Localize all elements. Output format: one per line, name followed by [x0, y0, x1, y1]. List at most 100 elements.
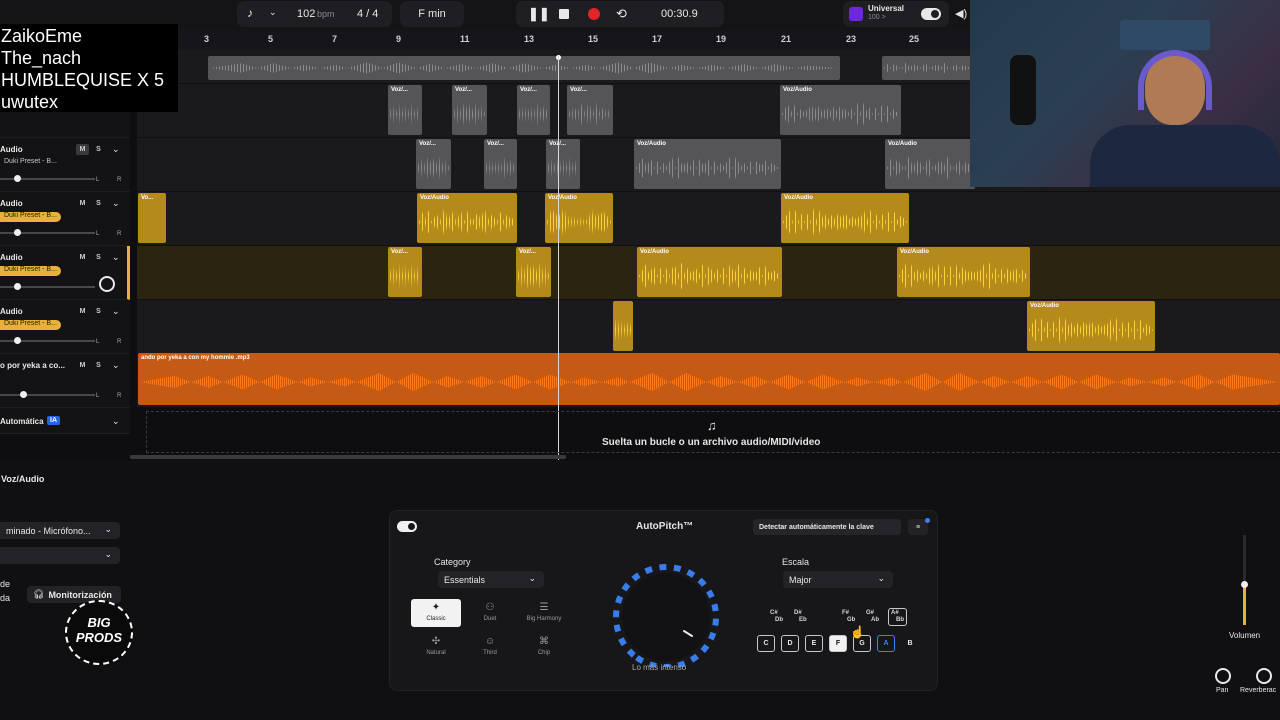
audio-clip[interactable]: Voz/Audio: [885, 139, 975, 189]
slider-knob[interactable]: [14, 175, 21, 182]
track-header[interactable]: Audio Duki Preset - B... M S ⌄ L R: [0, 192, 130, 246]
audio-clip[interactable]: Voz/...: [388, 85, 422, 135]
pan-knob[interactable]: [1215, 668, 1231, 684]
reverb-knob[interactable]: [1256, 668, 1272, 684]
track-header[interactable]: o por yeka a co... M S ⌄ L R: [0, 354, 130, 408]
audio-clip[interactable]: Voz/Audio: [634, 139, 781, 189]
pause-icon[interactable]: ❚❚: [528, 6, 550, 22]
track-header[interactable]: Audio Duki Preset - B... M S ⌄ L R: [0, 138, 130, 192]
audio-clip[interactable]: Voz/...: [516, 247, 551, 297]
key-natural[interactable]: B: [901, 635, 919, 652]
chevron-down-icon[interactable]: ⌄: [112, 144, 120, 155]
horizontal-scrollbar[interactable]: [130, 455, 566, 459]
slider-knob[interactable]: [14, 229, 21, 236]
audio-clip[interactable]: Voz/Audio: [780, 85, 901, 135]
scale-select[interactable]: Major ⌄: [783, 571, 893, 588]
slider-knob[interactable]: [14, 283, 21, 290]
playhead[interactable]: [558, 56, 559, 460]
preset-classic[interactable]: ✦ Classic: [411, 599, 461, 627]
tempo-pill[interactable]: ♪ ⌄ 102 bpm 4 / 4: [237, 1, 392, 27]
record-icon[interactable]: [588, 8, 600, 20]
audio-clip[interactable]: [613, 301, 633, 351]
preset-duet[interactable]: ⚇ Duet: [465, 599, 515, 627]
volume-fader-knob[interactable]: [1241, 581, 1248, 588]
volume-slider[interactable]: [0, 175, 95, 182]
solo-button[interactable]: S: [92, 306, 105, 317]
audio-clip[interactable]: Voz/...: [452, 85, 487, 135]
track-header[interactable]: Audio Duki Preset - B... M S ⌄: [0, 246, 130, 300]
loop-icon[interactable]: ⟲: [616, 6, 627, 22]
volume-slider[interactable]: [0, 391, 95, 398]
key-sharp[interactable]: C# Db: [770, 610, 783, 624]
pan-knob[interactable]: [99, 276, 115, 292]
autopitch-toggle[interactable]: [397, 521, 417, 532]
solo-button[interactable]: S: [92, 144, 105, 155]
audio-clip[interactable]: Voz/Audio: [897, 247, 1030, 297]
mute-button[interactable]: M: [76, 144, 89, 155]
audio-clip[interactable]: Voz/...: [484, 139, 517, 189]
time-signature[interactable]: 4 / 4: [357, 8, 378, 20]
track-preset[interactable]: Duki Preset - B...: [0, 212, 61, 222]
volume-slider[interactable]: [0, 337, 95, 344]
key-natural[interactable]: E: [805, 635, 823, 652]
channel-select[interactable]: ⌄: [0, 547, 120, 564]
key-natural[interactable]: D: [781, 635, 799, 652]
chevron-down-icon[interactable]: ⌄: [112, 198, 120, 209]
drop-zone[interactable]: ♫ Suelta un bucle o un archivo audio/MID…: [146, 411, 1280, 453]
key-pill[interactable]: F min: [400, 1, 464, 27]
solo-button[interactable]: S: [92, 360, 105, 371]
audio-clip[interactable]: Voz/...: [517, 85, 550, 135]
chevron-down-icon[interactable]: ⌄: [112, 360, 120, 371]
chevron-down-icon[interactable]: ⌄: [112, 252, 120, 263]
audio-clip[interactable]: Voz/Audio: [637, 247, 782, 297]
bpm-value[interactable]: 102: [297, 8, 315, 20]
track-preset[interactable]: Duki Preset - B...: [0, 320, 61, 330]
track-header[interactable]: Audio Duki Preset - B... M S ⌄ L R: [0, 300, 130, 354]
audio-clip[interactable]: Voz/...: [567, 85, 613, 135]
volume-slider[interactable]: [0, 283, 95, 290]
preset-chip[interactable]: ⌘ Chip: [519, 633, 569, 661]
mute-button[interactable]: M: [76, 306, 89, 317]
slider-knob[interactable]: [14, 337, 21, 344]
audio-clip[interactable]: Voz/Audio: [1027, 301, 1155, 351]
slider-knob[interactable]: [20, 391, 27, 398]
preset-third[interactable]: ☺ Third: [465, 633, 515, 661]
audio-clip[interactable]: Voz/...: [546, 139, 580, 189]
chevron-down-icon[interactable]: ⌄: [269, 7, 277, 18]
track-preset[interactable]: Duki Preset - B...: [0, 158, 61, 168]
audio-clip[interactable]: Voz/Audio: [417, 193, 517, 243]
detect-key-button[interactable]: Detectar automáticamente la clave: [753, 519, 901, 535]
audio-clip[interactable]: ando por yeka a con my hommie .mp3: [138, 353, 1280, 405]
metronome-icon[interactable]: ♪: [247, 6, 253, 20]
input-device-select[interactable]: minado - Micrófono... ⌄: [0, 522, 120, 539]
solo-button[interactable]: S: [92, 252, 105, 263]
audio-clip[interactable]: Vo...: [138, 193, 166, 243]
audio-clip[interactable]: Voz/Audio: [545, 193, 613, 243]
mute-button[interactable]: M: [76, 252, 89, 263]
intensity-dial[interactable]: [612, 563, 724, 667]
audio-clip[interactable]: [882, 56, 972, 80]
volume-slider[interactable]: [0, 229, 95, 236]
category-select[interactable]: Essentials ⌄: [438, 571, 544, 588]
instrument-toggle[interactable]: [921, 8, 941, 20]
solo-button[interactable]: S: [92, 198, 105, 209]
volume-fader[interactable]: [1241, 535, 1248, 625]
track-preset[interactable]: Duki Preset - B...: [0, 266, 61, 276]
chevron-down-icon[interactable]: ⌄: [112, 416, 120, 427]
preset-natural[interactable]: ✣ Natural: [411, 633, 461, 661]
audio-clip[interactable]: Voz/Audio: [781, 193, 909, 243]
audio-clip[interactable]: Voz/...: [416, 139, 451, 189]
track-lane[interactable]: [137, 192, 1280, 246]
preset-big-harmony[interactable]: ☰ Big Harmony: [519, 599, 569, 627]
key-sharp[interactable]: G# Ab: [866, 610, 879, 624]
speaker-icon[interactable]: ◀): [955, 7, 967, 20]
stop-icon[interactable]: [559, 9, 569, 19]
key-sharp[interactable]: A# Bb: [888, 608, 907, 626]
mute-button[interactable]: M: [76, 360, 89, 371]
key-natural[interactable]: A: [877, 635, 895, 652]
key-natural-selected[interactable]: F: [829, 635, 847, 652]
chevron-down-icon[interactable]: ⌄: [112, 306, 120, 317]
audio-clip[interactable]: [208, 56, 840, 80]
mute-button[interactable]: M: [76, 198, 89, 209]
automation-header[interactable]: Automática IA ⌄: [0, 408, 130, 434]
